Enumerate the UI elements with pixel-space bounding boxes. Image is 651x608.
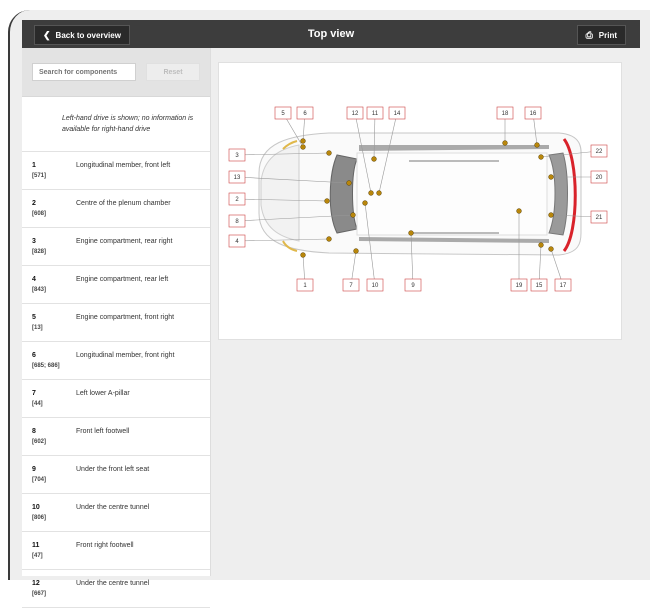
item-label: Under the front left seat [76, 466, 150, 473]
item-reference: [47] [32, 553, 43, 559]
item-reference: [667] [32, 591, 47, 597]
print-button[interactable]: ⎙ Print [576, 25, 626, 45]
callout-marker-6 [300, 138, 306, 144]
callout-marker-7 [353, 248, 359, 254]
callout-marker-19 [516, 208, 522, 214]
item-label: Centre of the plenum chamber [76, 200, 171, 207]
list-item[interactable]: 10 [806] Under the centre tunnel [22, 494, 210, 532]
item-number: 12 [32, 580, 40, 587]
item-number: 2 [32, 200, 36, 207]
callout-marker-22 [538, 154, 544, 160]
list-item[interactable]: 9 [704] Under the front left seat [22, 456, 210, 494]
callout-label-11: 11 [372, 111, 379, 117]
item-number: 1 [32, 162, 36, 169]
callout-marker-17 [548, 246, 554, 252]
page-title: Top view [307, 28, 355, 40]
item-number: 10 [32, 504, 40, 511]
list-item[interactable]: 2 [608] Centre of the plenum chamber [22, 190, 210, 228]
diagram-view: 1 2 3 4 5 6 7 8 9 10 11 12 13 14 15 16 17 18 19 20 21 22 [218, 62, 622, 340]
list-item[interactable]: 5 [13] Engine compartment, front right [22, 304, 210, 342]
callout-marker-10 [362, 200, 368, 206]
callout-marker-11 [371, 156, 377, 162]
search-area: Reset [22, 48, 210, 97]
component-list: 1 [571] Longitudinal member, front left 2 [6… [22, 152, 210, 608]
callout-label-14: 14 [394, 111, 401, 117]
item-reference: [806] [32, 515, 47, 521]
callout-label-20: 20 [596, 175, 603, 181]
callout-marker-5 [300, 144, 306, 150]
item-number: 5 [32, 314, 36, 321]
item-label: Longitudinal member, front left [76, 162, 171, 169]
item-label: Front right footwell [76, 542, 134, 549]
callout-label-12: 12 [352, 111, 359, 117]
list-item[interactable]: 11 [47] Front right footwell [22, 532, 210, 570]
callout-marker-4 [326, 236, 332, 242]
callout-label-19: 19 [516, 283, 523, 289]
callout-marker-8 [350, 212, 356, 218]
item-number: 7 [32, 390, 36, 397]
item-number: 9 [32, 466, 36, 473]
item-label: Engine compartment, rear right [76, 238, 173, 245]
component-sidebar: Reset Left-hand drive is shown; no infor… [22, 48, 211, 608]
item-reference: [843] [32, 287, 47, 293]
callout-marker-13 [346, 180, 352, 186]
callout-marker-14 [376, 190, 382, 196]
callout-label-22: 22 [596, 149, 603, 155]
list-item[interactable]: 7 [44] Left lower A-pillar [22, 380, 210, 418]
item-label: Front left footwell [76, 428, 130, 435]
item-label: Engine compartment, rear left [76, 276, 169, 283]
callout-marker-18 [502, 140, 508, 146]
item-reference: [44] [32, 401, 43, 407]
item-reference: [828] [32, 249, 47, 255]
car-windshield [329, 154, 358, 234]
item-reference: [13] [32, 325, 43, 331]
item-reference: [608] [32, 211, 47, 217]
callout-label-10: 10 [372, 283, 379, 289]
list-item[interactable]: 3 [828] Engine compartment, rear right [22, 228, 210, 266]
item-reference: [571] [32, 173, 47, 179]
callout-label-13: 13 [234, 175, 241, 181]
callout-marker-3 [326, 150, 332, 156]
top-bar: ❮ Back to overview Top view ⎙ Print [22, 20, 640, 48]
callout-marker-1 [300, 252, 306, 258]
car-top-view-diagram: 12345 678910111213141516171819202122 [228, 106, 608, 292]
item-number: 6 [32, 352, 36, 359]
printer-icon: ⎙ [585, 30, 593, 40]
item-number: 11 [32, 542, 40, 549]
callout-marker-16 [534, 142, 540, 148]
callout-label-21: 21 [596, 215, 603, 221]
drive-note: Left-hand drive is shown; no information… [22, 97, 210, 152]
item-reference: [685; 686] [32, 363, 60, 369]
item-reference: [602] [32, 439, 47, 445]
item-label: Under the centre tunnel [76, 580, 150, 587]
list-item[interactable]: 6 [685; 686] Longitudinal member, front ri… [22, 342, 210, 380]
item-number: 4 [32, 276, 36, 283]
print-label: Print [598, 31, 617, 40]
reset-button[interactable]: Reset [146, 63, 200, 81]
callout-marker-21 [548, 212, 554, 218]
callout-marker-2 [324, 198, 330, 204]
list-item[interactable]: 4 [843] Engine compartment, rear left [22, 266, 210, 304]
callout-label-17: 17 [560, 283, 567, 289]
search-input[interactable] [32, 63, 136, 81]
item-number: 3 [32, 238, 36, 245]
callout-marker-20 [548, 174, 554, 180]
callout-marker-9 [408, 230, 414, 236]
item-number: 8 [32, 428, 36, 435]
item-label: Under the centre tunnel [76, 504, 150, 511]
callout-marker-15 [538, 242, 544, 248]
item-label: Longitudinal member, front right [76, 352, 175, 359]
page: ❮Back to overview Top view ⎙Print Reset … [0, 0, 651, 608]
callout-label-16: 16 [530, 111, 537, 117]
callout-marker-12 [368, 190, 374, 196]
list-item[interactable]: 1 [571] Longitudinal member, front left [22, 152, 210, 190]
callout-label-15: 15 [536, 283, 543, 289]
item-label: Left lower A-pillar [76, 390, 130, 397]
callout-label-18: 18 [502, 111, 509, 117]
list-item[interactable]: 8 [602] Front left footwell [22, 418, 210, 456]
item-reference: [704] [32, 477, 47, 483]
item-label: Engine compartment, front right [76, 314, 175, 321]
